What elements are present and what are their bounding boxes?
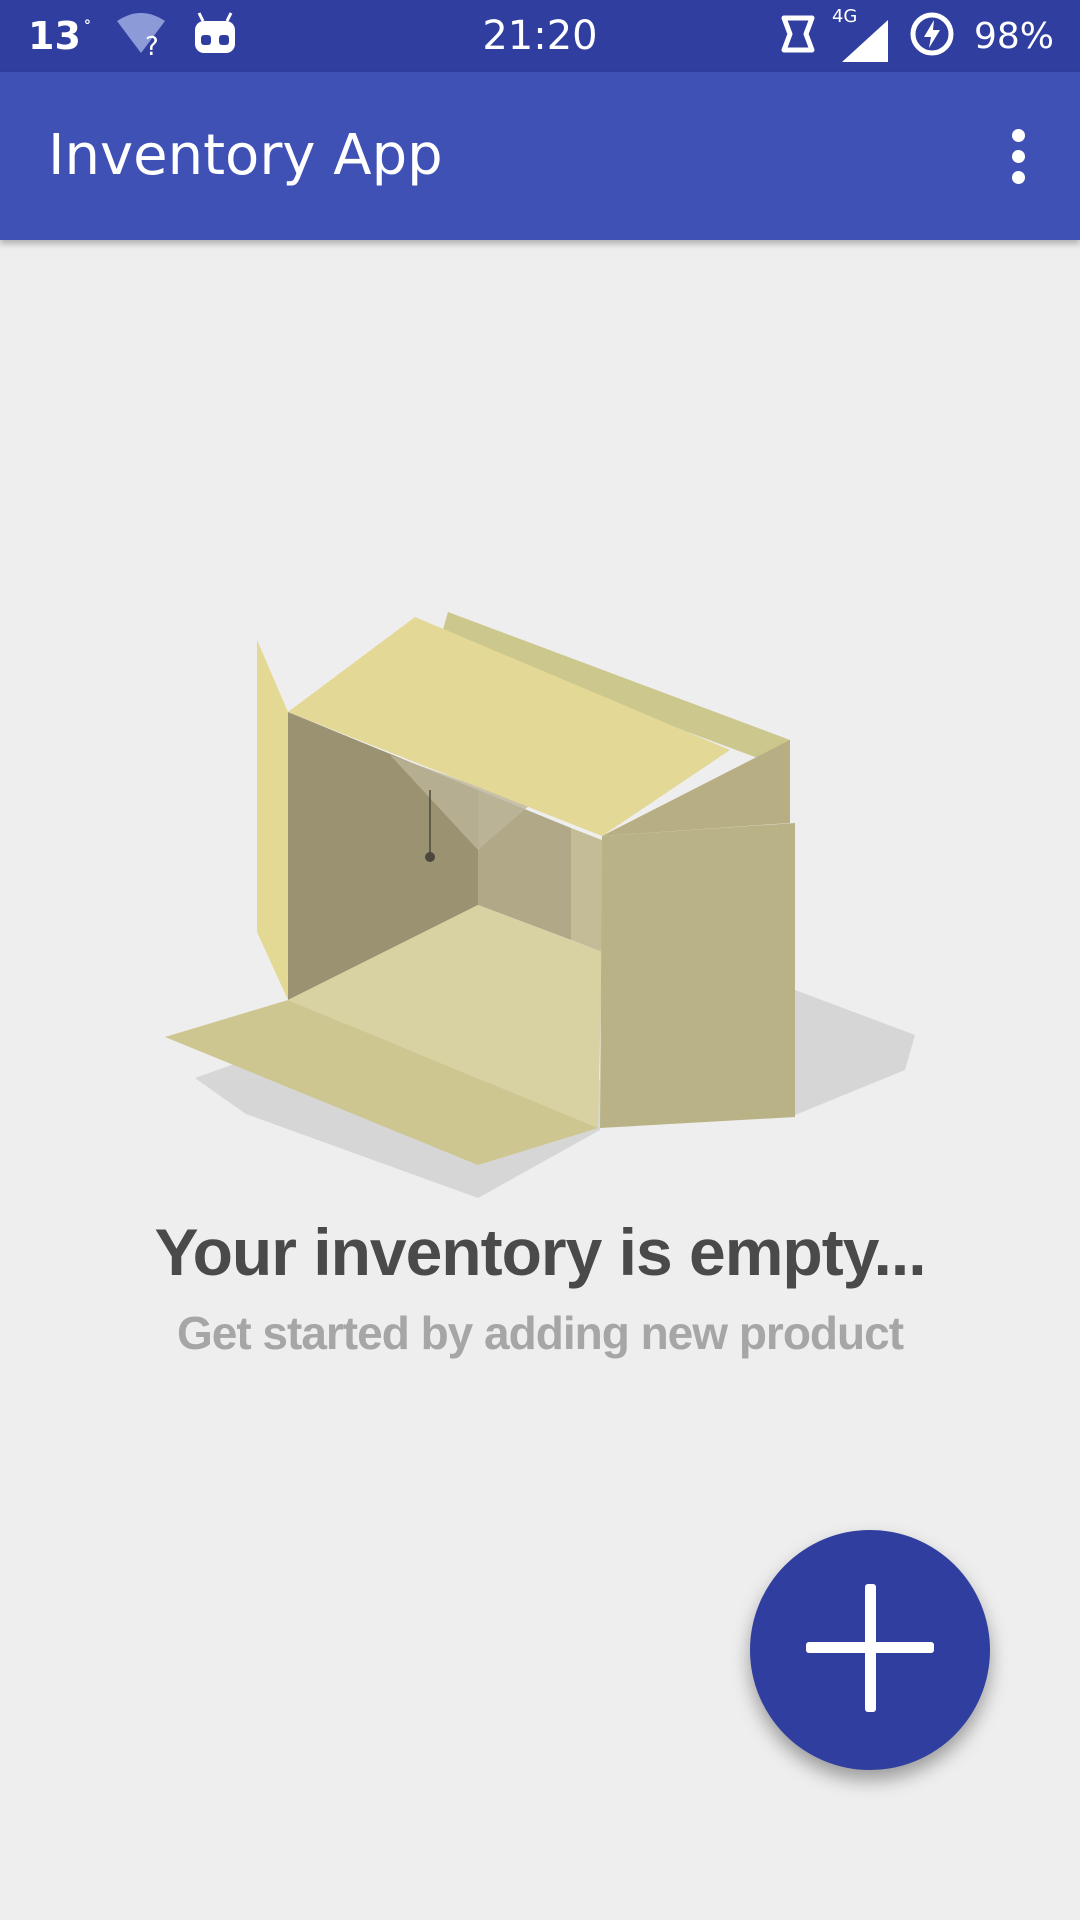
- menu-dot: [1011, 149, 1025, 163]
- app-title: Inventory App: [48, 123, 443, 188]
- signal-icon: 4G: [832, 6, 890, 64]
- empty-state-subtitle: Get started by adding new product: [176, 1307, 904, 1359]
- app-bar: Inventory App: [0, 72, 1080, 240]
- battery-percent: 98%: [973, 15, 1054, 57]
- menu-dot: [1011, 170, 1025, 184]
- battery-charging-icon: [908, 10, 956, 63]
- nfc-icon: [778, 12, 818, 61]
- plus-icon: [800, 1578, 940, 1723]
- more-vert-icon[interactable]: [986, 124, 1050, 188]
- menu-dot: [1011, 128, 1025, 142]
- open-empty-box-icon: [140, 590, 940, 1210]
- empty-state-title: Your inventory is empty...: [154, 1215, 926, 1289]
- status-right: 4G 98%: [778, 0, 1054, 72]
- add-product-button[interactable]: [750, 1530, 990, 1770]
- status-bar: 13 ° ? 21:20 4G 98%: [0, 0, 1080, 72]
